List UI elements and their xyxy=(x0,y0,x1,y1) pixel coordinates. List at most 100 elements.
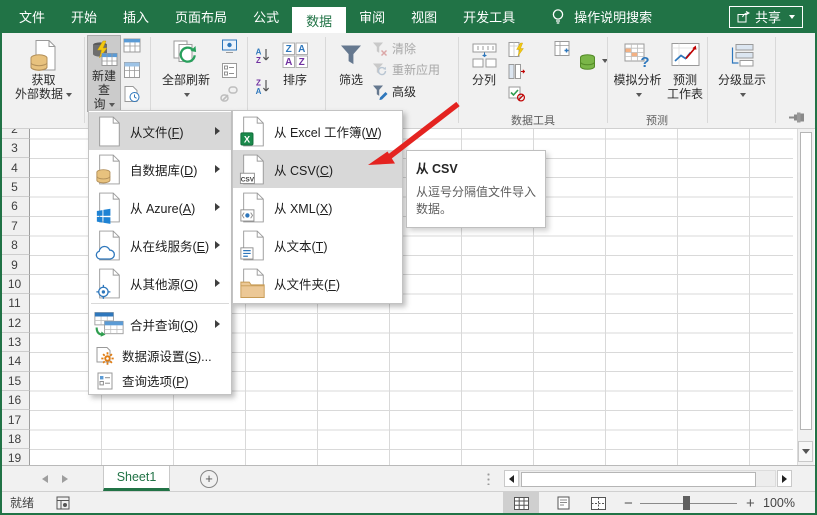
new-query-menu: 从文件(F) 自数据库(D) 从 Azure(A) 从在线服务(E) 从其他源(… xyxy=(88,110,232,395)
row-header[interactable]: 3 xyxy=(0,139,30,159)
menu-item-from-database[interactable]: 自数据库(D) xyxy=(89,150,231,188)
new-query-button[interactable]: 新建查 询 xyxy=(87,35,121,112)
horizontal-scrollbar[interactable] xyxy=(519,470,776,487)
menu-item-from-online-services[interactable]: 从在线服务(E) xyxy=(89,226,231,264)
row-header[interactable]: 9 xyxy=(0,255,30,275)
refresh-all-button[interactable]: 全部刷新 xyxy=(155,36,217,110)
row-header[interactable]: 8 xyxy=(0,235,30,256)
data-validation-icon[interactable] xyxy=(506,83,526,103)
tab-formulas[interactable]: 公式 xyxy=(240,0,292,33)
tell-me-search[interactable]: 操作说明搜索 xyxy=(574,0,652,33)
clear-filter-button[interactable]: 清除 xyxy=(372,40,416,57)
menu-item-query-options[interactable]: 查询选项(P) xyxy=(89,368,231,393)
previous-sheet-button[interactable] xyxy=(38,475,48,483)
row-header[interactable]: 17 xyxy=(0,410,30,430)
vertical-scrollbar-thumb[interactable] xyxy=(799,132,812,430)
row-header[interactable]: 18 xyxy=(0,429,30,450)
tab-home[interactable]: 开始 xyxy=(58,0,110,33)
query-options-icon xyxy=(94,371,116,391)
connection-properties-icon[interactable] xyxy=(219,36,239,56)
sheet-tab-sheet1[interactable]: Sheet1 xyxy=(103,466,170,491)
tab-view[interactable]: 视图 xyxy=(398,0,450,33)
scroll-down-button[interactable] xyxy=(798,441,813,462)
share-label: 共享 xyxy=(754,10,781,25)
scroll-left-button[interactable] xyxy=(504,470,519,487)
flash-fill-icon[interactable] xyxy=(506,39,526,59)
svg-text:X: X xyxy=(244,134,251,144)
submenu-item-from-folder[interactable]: 从文件夹(F) xyxy=(233,264,402,302)
what-if-analysis-button[interactable]: ? 模拟分析 xyxy=(611,36,664,110)
menu-item-from-file[interactable]: 从文件(F) xyxy=(89,112,231,150)
menu-item-label: 自数据库(D) xyxy=(130,163,198,178)
submenu-item-from-excel-workbook[interactable]: X 从 Excel 工作簿(W) xyxy=(233,112,402,150)
advanced-filter-button[interactable]: 高级 xyxy=(372,83,416,100)
submenu-item-from-text[interactable]: 从文本(T) xyxy=(233,226,402,264)
row-header[interactable]: 19 xyxy=(0,449,30,465)
zoom-out-button[interactable]: − xyxy=(624,492,633,514)
clear-filter-icon xyxy=(372,41,388,57)
normal-view-button[interactable] xyxy=(503,492,539,514)
row-header[interactable]: 6 xyxy=(0,197,30,217)
row-header[interactable]: 10 xyxy=(0,274,30,295)
row-header[interactable]: 2 xyxy=(0,129,30,139)
tab-insert[interactable]: 插入 xyxy=(110,0,162,33)
data-source-settings-icon xyxy=(94,346,116,366)
recent-sources-icon[interactable] xyxy=(122,84,142,104)
filter-button[interactable]: 筛选 xyxy=(330,36,372,110)
forecast-sheet-label: 预测 工作表 xyxy=(666,73,703,101)
show-queries-icon[interactable] xyxy=(122,36,142,56)
zoom-level[interactable]: 100% xyxy=(763,492,795,514)
workbook-connections-icon[interactable] xyxy=(219,60,239,80)
new-sheet-button[interactable]: + xyxy=(200,470,218,488)
database-file-icon xyxy=(94,153,124,186)
get-external-data-button[interactable]: 获取 外部数据 xyxy=(4,36,83,110)
row-header[interactable]: 16 xyxy=(0,391,30,411)
row-header[interactable]: 5 xyxy=(0,177,30,198)
next-sheet-button[interactable] xyxy=(62,475,72,483)
row-header[interactable]: 15 xyxy=(0,371,30,392)
row-header[interactable]: 13 xyxy=(0,332,30,353)
share-button[interactable]: 共享 xyxy=(728,5,803,28)
zoom-in-button[interactable]: + xyxy=(746,492,755,514)
scroll-right-button[interactable] xyxy=(777,470,792,487)
tab-page-layout[interactable]: 页面布局 xyxy=(162,0,240,33)
submenu-arrow-icon xyxy=(215,203,224,211)
tab-splitter-handle[interactable] xyxy=(487,472,490,485)
menu-item-combine-queries[interactable]: 合并查询(Q) xyxy=(89,305,231,343)
new-query-label: 新建查 询 xyxy=(91,69,116,111)
outline-button[interactable]: 分级显示 xyxy=(713,36,771,110)
horizontal-scrollbar-thumb[interactable] xyxy=(521,472,756,487)
vertical-scrollbar[interactable] xyxy=(797,129,814,465)
macro-record-icon[interactable] xyxy=(56,496,70,510)
row-header[interactable]: 11 xyxy=(0,294,30,314)
row-header[interactable]: 7 xyxy=(0,216,30,236)
submenu-item-from-xml[interactable]: 从 XML(X) xyxy=(233,188,402,226)
page-break-view-button[interactable] xyxy=(580,492,616,514)
tab-data[interactable]: 数据 xyxy=(292,7,347,33)
reapply-filter-button[interactable]: 重新应用 xyxy=(372,61,440,78)
dropdown-caret-icon xyxy=(740,93,747,100)
tab-developer[interactable]: 开发工具 xyxy=(450,0,528,33)
zoom-slider-thumb[interactable] xyxy=(683,496,690,510)
manage-data-model-icon[interactable] xyxy=(577,52,597,72)
menu-item-from-azure[interactable]: 从 Azure(A) xyxy=(89,188,231,226)
text-to-columns-icon xyxy=(471,37,498,73)
menu-item-from-other-sources[interactable]: 从其他源(O) xyxy=(89,264,231,302)
pin-ribbon-icon[interactable] xyxy=(788,110,806,124)
consolidate-icon[interactable] xyxy=(552,38,572,58)
tab-review[interactable]: 审阅 xyxy=(346,0,398,33)
row-header[interactable]: 4 xyxy=(0,158,30,178)
tab-file[interactable]: 文件 xyxy=(6,0,58,33)
menu-item-data-source-settings[interactable]: 数据源设置(S)... xyxy=(89,343,231,368)
cloud-file-icon xyxy=(94,229,124,262)
from-table-icon[interactable] xyxy=(122,60,142,80)
remove-duplicates-icon[interactable] xyxy=(506,61,526,81)
text-to-columns-button[interactable]: 分列 xyxy=(463,36,505,110)
sort-button[interactable]: ZAAZ 排序 xyxy=(269,36,321,110)
row-header[interactable]: 14 xyxy=(0,352,30,372)
forecast-sheet-button[interactable]: 预测 工作表 xyxy=(664,36,706,110)
submenu-item-from-csv[interactable]: CSV 从 CSV(C) xyxy=(233,150,402,188)
edit-links-icon[interactable] xyxy=(219,84,239,104)
row-header[interactable]: 12 xyxy=(0,313,30,333)
page-layout-view-button[interactable] xyxy=(545,492,581,514)
